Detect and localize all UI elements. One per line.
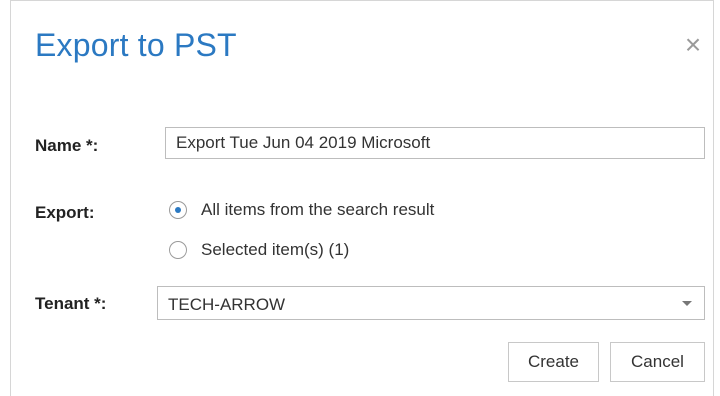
export-option-all-items-label: All items from the search result [201, 200, 435, 219]
cancel-button[interactable]: Cancel [610, 342, 705, 382]
radio-checked-icon[interactable] [169, 201, 187, 219]
close-icon[interactable]: × [679, 31, 707, 59]
name-label: Name *: [35, 136, 99, 155]
tenant-select[interactable]: TECH-ARROW [157, 286, 705, 320]
create-button[interactable]: Create [508, 342, 599, 382]
name-field[interactable] [165, 127, 705, 159]
export-to-pst-dialog: Export to PST × Name *: Export: All item… [10, 0, 714, 396]
chevron-down-icon[interactable] [682, 301, 692, 306]
tenant-label: Tenant *: [35, 294, 107, 313]
export-label: Export: [35, 203, 95, 222]
export-option-selected-items-label: Selected item(s) (1) [201, 240, 350, 259]
dialog-title: Export to PST [35, 27, 237, 63]
export-option-all-items[interactable]: All items from the search result [169, 200, 434, 220]
export-option-selected-items[interactable]: Selected item(s) (1) [169, 240, 349, 260]
tenant-select-value: TECH-ARROW [168, 295, 286, 314]
radio-unchecked-icon[interactable] [169, 241, 187, 259]
